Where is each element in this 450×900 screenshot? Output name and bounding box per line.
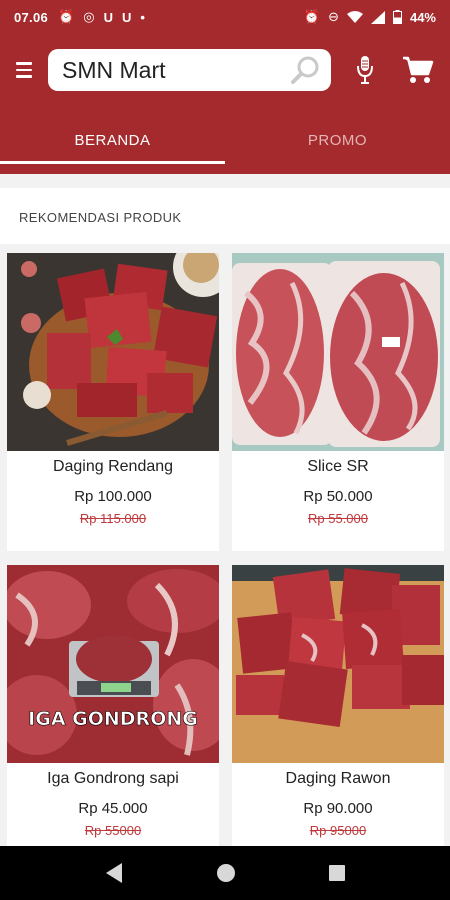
product-image: [232, 253, 444, 451]
product-card[interactable]: Daging Rawon Rp 90.000 Rp 95000: [232, 565, 444, 846]
section-title: REKOMENDASI PRODUK: [19, 210, 182, 225]
search-input[interactable]: SMN Mart: [48, 49, 331, 91]
back-icon[interactable]: [104, 862, 124, 884]
product-card[interactable]: Daging Rendang Rp 100.000 Rp 115.000: [7, 253, 219, 551]
cart-icon: [403, 56, 434, 83]
product-name: Iga Gondrong sapi: [47, 770, 179, 787]
product-old-price: Rp 95000: [309, 823, 367, 838]
status-time: 07.06: [14, 9, 49, 25]
home-icon[interactable]: [216, 863, 236, 883]
signal-icon: [370, 10, 385, 24]
mute-icon: ⊖: [328, 9, 339, 24]
app-bar: SMN Mart: [0, 34, 450, 106]
dot-icon: •: [140, 9, 145, 25]
alarm-icon: ⏰: [303, 9, 321, 24]
product-image-caption: IGA GONDRONG: [28, 708, 198, 730]
product-price: Rp 45.000: [78, 800, 148, 817]
menu-icon-line: [16, 75, 32, 78]
product-image: [232, 565, 444, 763]
battery-icon: [392, 10, 402, 24]
product-image: IGA GONDRONG: [7, 565, 219, 763]
wifi-icon: [346, 10, 363, 23]
mic-icon: [357, 56, 373, 84]
app-icon: ◎: [83, 9, 95, 24]
menu-button[interactable]: [0, 46, 48, 94]
search-icon[interactable]: [289, 53, 323, 87]
u-icon: U: [103, 9, 113, 25]
product-name: Daging Rawon: [285, 770, 391, 787]
u-icon: U: [121, 9, 132, 25]
product-price: Rp 50.000: [303, 488, 373, 505]
menu-icon-line: [16, 68, 32, 72]
product-old-price: Rp 115.000: [79, 511, 147, 526]
main-content[interactable]: REKOMENDASI PRODUK Daging Rendang Rp 100…: [0, 174, 450, 846]
menu-icon: [16, 62, 32, 65]
voice-search-button[interactable]: [337, 46, 393, 94]
product-card[interactable]: Slice SR Rp 50.000 Rp 55.000: [232, 253, 444, 551]
search-value: SMN Mart: [62, 56, 166, 83]
system-nav-bar: [0, 846, 450, 900]
product-price: Rp 100.000: [74, 488, 152, 505]
battery-percent: 44%: [409, 9, 436, 25]
tab-bar: BERANDA PROMO: [0, 106, 450, 174]
product-old-price: Rp 55000: [84, 823, 142, 838]
product-image: [7, 253, 219, 451]
product-name: Slice SR: [307, 458, 369, 475]
tab-promo[interactable]: PROMO: [225, 106, 450, 174]
status-bar: 07.06 ⏰ ◎ U U • ⏰ ⊖ 44%: [0, 0, 450, 34]
product-old-price: Rp 55.000: [308, 511, 368, 526]
cart-button[interactable]: [393, 46, 443, 94]
tab-beranda[interactable]: BERANDA: [0, 106, 225, 174]
alarm-icon: ⏰: [58, 9, 75, 24]
recents-icon[interactable]: [328, 864, 346, 882]
product-price: Rp 90.000: [303, 800, 373, 817]
status-right: ⏰ ⊖ 44%: [304, 9, 436, 25]
product-card[interactable]: IGA GONDRONG Iga Gondrong sapi Rp 45.000…: [7, 565, 219, 846]
product-name: Daging Rendang: [52, 458, 174, 475]
